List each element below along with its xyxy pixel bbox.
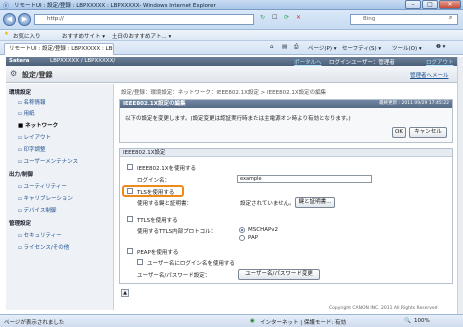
address-text: http:// bbox=[47, 16, 64, 22]
same-as-login-checkbox[interactable] bbox=[137, 259, 143, 265]
login-name-value: example bbox=[240, 176, 262, 182]
star-icon: ★ bbox=[4, 31, 9, 37]
back-icon[interactable]: ◀ bbox=[3, 13, 16, 26]
minimize-button[interactable]: – bbox=[405, 0, 421, 9]
ttls-pap-label: PAP bbox=[248, 235, 259, 241]
address-row: ◀ ▶ http:// ↻ ☐ ⟳ ✕ Bing ⌕ bbox=[0, 10, 463, 30]
sidebar-item-layout[interactable]: ▫ レイアウト bbox=[18, 133, 51, 141]
tools-menu[interactable]: ツール(O) ▾ bbox=[392, 44, 422, 52]
section-title: IEEE802.1X設定 bbox=[120, 149, 452, 157]
key-cert-button[interactable]: 鍵と証明書... bbox=[295, 197, 335, 208]
sidebar-item-calibration[interactable]: ▫ キャリブレーション bbox=[18, 194, 73, 202]
edit-panel: IEEE802.1X設定の編集 最終更新 : 2011 09/29 17:45:… bbox=[119, 99, 453, 143]
ttls-pap-radio[interactable] bbox=[239, 235, 245, 241]
login-user: ログインユーザー：管理者 bbox=[329, 60, 395, 66]
sidebar-item-device-info[interactable]: ▫ 名称情報 bbox=[18, 98, 46, 106]
sidebar-item-network[interactable]: ■ ネットワーク bbox=[18, 121, 58, 129]
app-header: Satera LBPXXXXX / LBPXXXXX/ ポータルへ ログインユー… bbox=[6, 57, 457, 66]
favorites-bar: ★ お気に入り おすすめサイト ▾ 土日のおすすめアト... ▾ bbox=[0, 30, 463, 41]
scrollbar[interactable] bbox=[457, 57, 463, 314]
settings-section: IEEE802.1X設定 IEEE802.1Xを使用する ログイン名： exam… bbox=[119, 148, 453, 284]
sidebar-section-output: 出力/制御 bbox=[9, 172, 34, 178]
sidebar-item-paper[interactable]: ▫ 用紙 bbox=[18, 109, 35, 117]
login-name-input[interactable]: example bbox=[237, 175, 372, 183]
search-placeholder: Bing bbox=[363, 16, 376, 22]
ie-icon: ⓔ bbox=[3, 3, 10, 10]
sidebar-item-user-maint[interactable]: ▫ ユーザーメンテナンス bbox=[18, 157, 78, 165]
same-as-login-label: ユーザー名にログイン名を使用する bbox=[147, 261, 235, 267]
user-pass-label: ユーザー名/パスワード設定： bbox=[137, 273, 211, 279]
last-updated: 最終更新 : 2011 09/29 17:45:22 bbox=[379, 101, 449, 106]
sidebar-item-security[interactable]: ▫ セキュリティー bbox=[18, 231, 62, 239]
status-text: ページが表示されました bbox=[4, 320, 65, 326]
address-bar[interactable]: http:// bbox=[34, 14, 254, 25]
page-title: 設定/登録 bbox=[22, 71, 53, 79]
sidebar-item-utility[interactable]: ▫ ユーティリティー bbox=[18, 182, 67, 190]
ttls-mschapv2-radio[interactable] bbox=[239, 227, 245, 233]
page-top-icon[interactable]: ▲ bbox=[121, 289, 129, 297]
fav-item-weekend[interactable]: 土日のおすすめアト... ▾ bbox=[112, 32, 171, 40]
model-name: LBPXXXXX / LBPXXXXX/ bbox=[50, 58, 116, 64]
user-pass-button[interactable]: ユーザー名/パスワード変更 bbox=[238, 269, 320, 280]
use-8021x-label: IEEE802.1Xを使用する bbox=[137, 166, 197, 172]
ttls-protocol-label: 使用するTTLS内部プロトコル： bbox=[137, 229, 217, 235]
settings-icon: ⚙ bbox=[10, 69, 18, 78]
brand-logo: Satera bbox=[9, 58, 30, 64]
zoom-level[interactable]: 100% bbox=[414, 318, 430, 324]
main-content: 設定/登録：環境設定：ネットワーク：IEEE802.1X設定 > IEEE802… bbox=[115, 84, 457, 311]
page-icon: ☐ bbox=[272, 14, 278, 21]
page-menu[interactable]: ページ(P) ▾ bbox=[308, 44, 337, 52]
admin-mail-link[interactable]: 管理者へメール bbox=[410, 71, 449, 79]
zoom-icon: 🔍 bbox=[404, 318, 411, 324]
use-peap-checkbox[interactable] bbox=[127, 248, 133, 254]
portal-link[interactable]: ポータルへ bbox=[294, 58, 322, 66]
sidebar: 環境設定 ▫ 名称情報 ▫ 用紙 ■ ネットワーク ▫ レイアウト ▫ 印字調整… bbox=[6, 84, 114, 310]
feed-icon[interactable]: ▤ bbox=[282, 44, 287, 50]
sidebar-section-admin: 管理設定 bbox=[9, 221, 32, 227]
use-peap-label: PEAPを使用する bbox=[137, 250, 179, 256]
breadcrumb: 設定/登録：環境設定：ネットワーク：IEEE802.1X設定 > IEEE802… bbox=[121, 90, 327, 96]
search-input[interactable]: Bing bbox=[350, 14, 458, 25]
logout-link[interactable]: ログアウト bbox=[426, 58, 454, 66]
use-ttls-checkbox[interactable] bbox=[127, 216, 133, 222]
globe-icon: ◉ bbox=[250, 318, 255, 324]
page-header: ⚙ 設定/登録 管理者へメール bbox=[6, 66, 457, 83]
cancel-button[interactable]: キャンセル bbox=[409, 127, 447, 138]
print-icon[interactable]: ⎙ bbox=[294, 44, 298, 51]
zone-text: インターネット | 保護モード: 有効 bbox=[260, 320, 346, 326]
stop-icon[interactable]: ✕ bbox=[296, 14, 301, 21]
instruction-text: 以下の設定を変更します。(設定変更は認証実行時または主電源オン時より有効となりま… bbox=[125, 116, 351, 122]
home-icon[interactable]: ⌂ bbox=[270, 44, 274, 50]
maximize-button[interactable]: □ bbox=[422, 0, 438, 9]
use-ttls-label: TTLSを使用する bbox=[137, 218, 178, 224]
use-tls-checkbox[interactable] bbox=[127, 188, 133, 194]
ttls-mschapv2-label: MSCHAPv2 bbox=[248, 227, 279, 233]
tab-row: リモートUI : 設定/登録 : LBPXXXXX : LBPXX... ⌂ ▤… bbox=[0, 41, 463, 55]
search-icon[interactable]: ⌕ bbox=[449, 14, 452, 22]
sidebar-item-device-control[interactable]: ▫ デバイス制御 bbox=[18, 206, 56, 214]
panel-title: IEEE802.1X設定の編集 最終更新 : 2011 09/29 17:45:… bbox=[120, 100, 452, 108]
browser-tab[interactable]: リモートUI : 設定/登録 : LBPXXXXX : LBPXX... bbox=[4, 43, 114, 55]
key-cert-status: 設定されていません。 bbox=[240, 201, 295, 207]
refresh-icon[interactable]: ↻ bbox=[260, 14, 265, 21]
copyright: Copyright CANON INC. 2011 All Rights Res… bbox=[329, 306, 438, 311]
safety-menu[interactable]: セーフティ(S) ▾ bbox=[342, 44, 381, 52]
use-8021x-checkbox[interactable] bbox=[127, 164, 133, 170]
favorites-button[interactable]: お気に入り bbox=[13, 32, 41, 40]
window-titlebar: ⓔ リモートUI : 設定/登録 : LBPXXXXX : LBPXXXXX- … bbox=[0, 0, 463, 10]
forward-icon[interactable]: ▶ bbox=[18, 13, 31, 26]
compat-icon[interactable]: ⟳ bbox=[284, 14, 289, 21]
use-tls-label: TLSを使用する bbox=[137, 190, 175, 196]
sidebar-section-env: 環境設定 bbox=[9, 90, 32, 96]
ok-button[interactable]: OK bbox=[392, 127, 406, 138]
login-name-label: ログイン名： bbox=[137, 178, 171, 184]
sidebar-item-print-adjust[interactable]: ▫ 印字調整 bbox=[18, 145, 46, 153]
key-cert-label: 使用する鍵と証明書： bbox=[137, 201, 193, 207]
help-menu[interactable]: ❷ ▾ bbox=[436, 44, 445, 50]
window-title: リモートUI : 設定/登録 : LBPXXXXX : LBPXXXXX- Wi… bbox=[14, 3, 216, 9]
fav-item-recommended[interactable]: おすすめサイト ▾ bbox=[62, 32, 105, 40]
close-button[interactable]: ✕ bbox=[439, 0, 461, 9]
status-bar: ページが表示されました ◉ インターネット | 保護モード: 有効 🔍 100% bbox=[0, 314, 463, 327]
sidebar-item-license[interactable]: ▫ ライセンス/その他 bbox=[18, 243, 69, 251]
